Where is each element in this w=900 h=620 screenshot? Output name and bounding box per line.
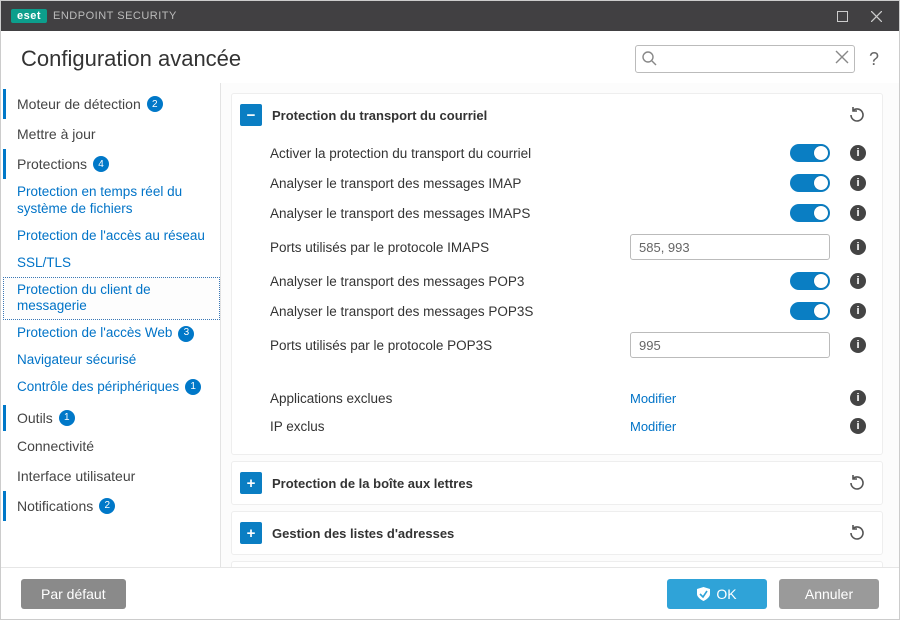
row-enable-transport: Activer la protection du transport du co… bbox=[270, 138, 866, 168]
content: Protection du transport du courriel Acti… bbox=[221, 83, 899, 567]
sidebar-item-connectivity[interactable]: Connectivité bbox=[3, 431, 220, 461]
body: Moteur de détection 2 Mettre à jour Prot… bbox=[1, 83, 899, 567]
reset-icon[interactable] bbox=[848, 106, 866, 124]
expand-icon[interactable] bbox=[240, 472, 262, 494]
info-icon[interactable]: i bbox=[850, 337, 866, 353]
row-ip-excluded: IP exclus Modifier i bbox=[270, 412, 866, 440]
badge: 2 bbox=[147, 96, 163, 112]
sidebar-sub-network-access[interactable]: Protection de l'accès au réseau bbox=[3, 223, 220, 250]
info-icon[interactable]: i bbox=[850, 175, 866, 191]
reset-icon[interactable] bbox=[848, 524, 866, 542]
window-maximize-icon[interactable] bbox=[825, 1, 859, 31]
badge: 4 bbox=[93, 156, 109, 172]
info-icon[interactable]: i bbox=[850, 145, 866, 161]
search-input[interactable] bbox=[635, 45, 855, 73]
input-pop3s-ports[interactable] bbox=[630, 332, 830, 358]
sidebar-item-label: Protections bbox=[17, 156, 87, 172]
panel-header[interactable]: Gestion des listes d'adresses bbox=[232, 512, 882, 554]
info-icon[interactable]: i bbox=[850, 303, 866, 319]
titlebar: eset ENDPOINT SECURITY bbox=[1, 1, 899, 31]
sidebar-item-label: Mettre à jour bbox=[17, 126, 96, 142]
modify-apps-excluded[interactable]: Modifier bbox=[630, 391, 830, 406]
row-imap: Analyser le transport des messages IMAP … bbox=[270, 168, 866, 198]
expand-icon[interactable] bbox=[240, 522, 262, 544]
sidebar-item-label: Moteur de détection bbox=[17, 96, 141, 112]
info-icon[interactable]: i bbox=[850, 418, 866, 434]
panel-address-lists: Gestion des listes d'adresses bbox=[231, 511, 883, 555]
shield-icon bbox=[697, 587, 710, 601]
info-icon[interactable]: i bbox=[850, 273, 866, 289]
panel-title: Protection de la boîte aux lettres bbox=[272, 476, 838, 491]
app-window: eset ENDPOINT SECURITY Configuration ava… bbox=[0, 0, 900, 620]
cancel-button[interactable]: Annuler bbox=[779, 579, 879, 609]
sidebar-sub-secure-browser[interactable]: Navigateur sécurisé bbox=[3, 347, 220, 374]
sidebar-item-tools[interactable]: Outils 1 bbox=[3, 405, 220, 431]
panel-mail-transport: Protection du transport du courriel Acti… bbox=[231, 93, 883, 455]
modify-ip-excluded[interactable]: Modifier bbox=[630, 419, 830, 434]
badge: 2 bbox=[99, 498, 115, 514]
row-imaps: Analyser le transport des messages IMAPS… bbox=[270, 198, 866, 228]
sidebar-item-notifications[interactable]: Notifications 2 bbox=[3, 491, 220, 521]
window-close-icon[interactable] bbox=[859, 1, 893, 31]
badge: 1 bbox=[59, 410, 75, 426]
row-pop3s: Analyser le transport des messages POP3S… bbox=[270, 296, 866, 326]
input-imaps-ports[interactable] bbox=[630, 234, 830, 260]
row-imaps-ports: Ports utilisés par le protocole IMAPS i bbox=[270, 228, 866, 266]
product-name: ENDPOINT SECURITY bbox=[53, 10, 177, 22]
panel-title: Protection du transport du courriel bbox=[272, 108, 838, 123]
toggle-enable-transport[interactable] bbox=[790, 144, 830, 162]
info-icon[interactable]: i bbox=[850, 205, 866, 221]
sidebar-sub-ssltls[interactable]: SSL/TLS bbox=[3, 250, 220, 277]
header: Configuration avancée ? bbox=[1, 31, 899, 83]
sidebar-item-label: Notifications bbox=[17, 498, 93, 514]
default-button[interactable]: Par défaut bbox=[21, 579, 126, 609]
ok-button[interactable]: OK bbox=[667, 579, 767, 609]
sidebar-item-detection-engine[interactable]: Moteur de détection 2 bbox=[3, 89, 220, 119]
help-icon[interactable]: ? bbox=[869, 49, 879, 70]
page-title: Configuration avancée bbox=[21, 46, 635, 72]
badge: 1 bbox=[185, 379, 201, 395]
reset-icon[interactable] bbox=[848, 474, 866, 492]
sidebar-item-protections[interactable]: Protections 4 bbox=[3, 149, 220, 179]
clear-search-icon[interactable] bbox=[835, 50, 849, 64]
row-apps-excluded: Applications exclues Modifier i bbox=[270, 384, 866, 412]
sidebar-sub-device-control[interactable]: Contrôle des périphériques 1 bbox=[3, 374, 220, 401]
brand: eset ENDPOINT SECURITY bbox=[11, 9, 177, 23]
sidebar-item-label: Outils bbox=[17, 410, 53, 426]
badge: 3 bbox=[178, 326, 194, 342]
toggle-imaps[interactable] bbox=[790, 204, 830, 222]
panel-header[interactable]: Protection du transport du courriel bbox=[232, 94, 882, 136]
sidebar-item-label: Interface utilisateur bbox=[17, 468, 135, 484]
toggle-pop3s[interactable] bbox=[790, 302, 830, 320]
toggle-pop3[interactable] bbox=[790, 272, 830, 290]
panel-header[interactable]: Protection de la boîte aux lettres bbox=[232, 462, 882, 504]
sidebar-sub-mail-client[interactable]: Protection du client de messagerie bbox=[3, 277, 220, 321]
search-icon bbox=[641, 50, 657, 66]
sidebar-sub-web-access[interactable]: Protection de l'accès Web 3 bbox=[3, 320, 220, 347]
sidebar: Moteur de détection 2 Mettre à jour Prot… bbox=[1, 83, 221, 567]
search-field bbox=[635, 45, 855, 73]
info-icon[interactable]: i bbox=[850, 390, 866, 406]
info-icon[interactable]: i bbox=[850, 239, 866, 255]
sidebar-sub-realtime-fs[interactable]: Protection en temps réel du système de f… bbox=[3, 179, 220, 223]
row-pop3: Analyser le transport des messages POP3 … bbox=[270, 266, 866, 296]
toggle-imap[interactable] bbox=[790, 174, 830, 192]
sidebar-item-label: Connectivité bbox=[17, 438, 94, 454]
row-pop3s-ports: Ports utilisés par le protocole POP3S i bbox=[270, 326, 866, 364]
brand-mark: eset bbox=[11, 9, 47, 23]
footer: Par défaut OK Annuler bbox=[1, 567, 899, 619]
panel-mailbox: Protection de la boîte aux lettres bbox=[231, 461, 883, 505]
sidebar-item-update[interactable]: Mettre à jour bbox=[3, 119, 220, 149]
panel-title: Gestion des listes d'adresses bbox=[272, 526, 838, 541]
collapse-icon[interactable] bbox=[240, 104, 262, 126]
sidebar-item-ui[interactable]: Interface utilisateur bbox=[3, 461, 220, 491]
